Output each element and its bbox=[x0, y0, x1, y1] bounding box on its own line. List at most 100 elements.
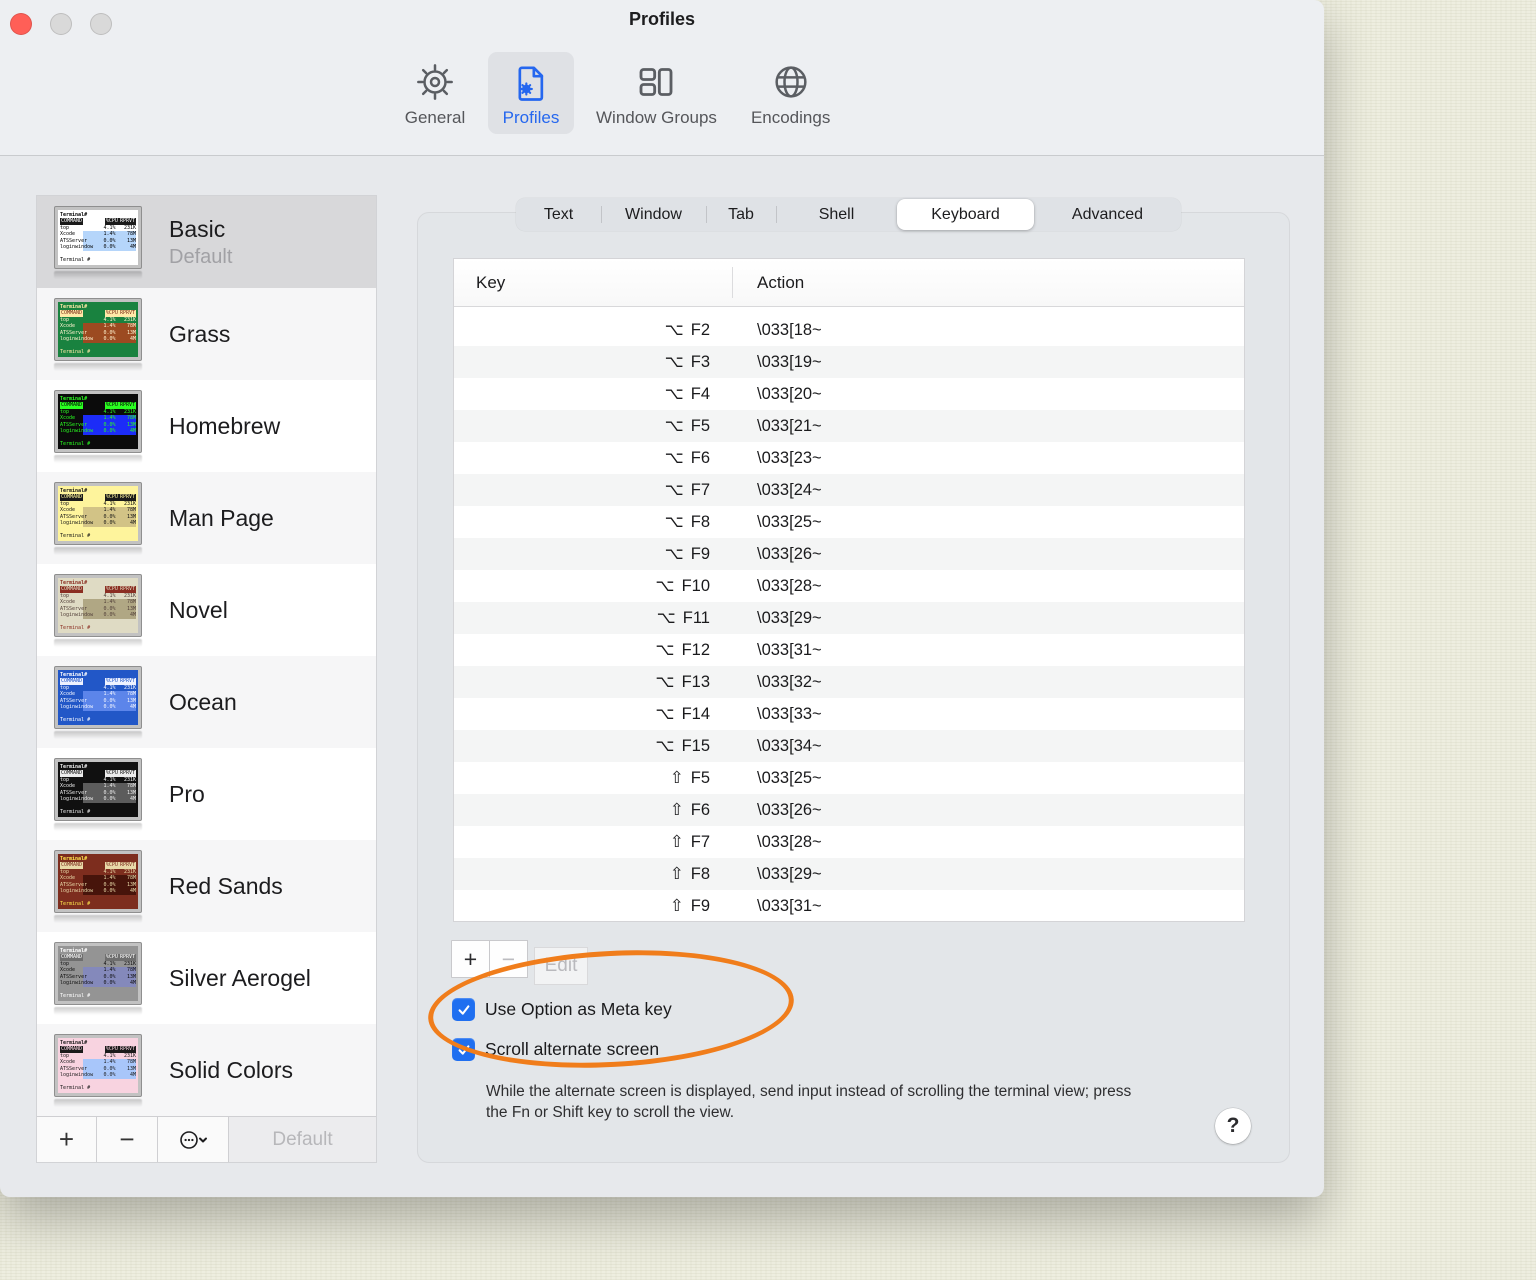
toolbar-item-profiles[interactable]: Profiles bbox=[488, 52, 574, 134]
column-header-key[interactable]: Key bbox=[454, 273, 732, 293]
profile-row-homebrew[interactable]: Terminal# COMMAND %CPU RPRVT top 4.1% 231K Xcod… bbox=[37, 380, 376, 472]
profile-row-solid-colors[interactable]: Terminal# COMMAND %CPU RPRVT top 4.1% 231K Xcod… bbox=[37, 1024, 376, 1116]
action-cell: \033[24~ bbox=[757, 480, 822, 499]
table-row[interactable]: ⌥ F15 \033[34~ bbox=[454, 730, 1244, 762]
table-row[interactable]: ⌥ F10 \033[28~ bbox=[454, 570, 1244, 602]
profile-thumbnail: Terminal# COMMAND %CPU RPRVT top 4.1% 231K Xcod… bbox=[54, 665, 142, 739]
profile-name-block: Grass bbox=[169, 321, 230, 348]
key-cell: ⌥ F8 bbox=[664, 513, 710, 531]
help-button[interactable]: ? bbox=[1215, 1108, 1251, 1144]
profile-row-grass[interactable]: Terminal# COMMAND %CPU RPRVT top 4.1% 231K Xcod… bbox=[37, 288, 376, 380]
profile-name-block: Ocean bbox=[169, 689, 237, 716]
key-cell: ⌥ F9 bbox=[664, 545, 710, 563]
profile-name-block: Man Page bbox=[169, 505, 274, 532]
key-cell: ⌥ F5 bbox=[664, 417, 710, 435]
key-cell: ⇧ F7 bbox=[669, 833, 710, 851]
action-cell: \033[18~ bbox=[757, 320, 822, 339]
profile-thumbnail: Terminal# COMMAND %CPU RPRVT top 4.1% 231K Xcod… bbox=[54, 1033, 142, 1107]
profile-name: Novel bbox=[169, 596, 228, 623]
tab-text[interactable]: Text bbox=[516, 198, 601, 231]
key-cell: ⌥ F6 bbox=[664, 449, 710, 467]
table-row[interactable]: ⌥ F7 \033[24~ bbox=[454, 474, 1244, 506]
action-cell: \033[28~ bbox=[757, 576, 822, 595]
key-cell: ⇧ F9 bbox=[669, 897, 710, 915]
table-row[interactable]: ⇧ F5 \033[25~ bbox=[454, 762, 1244, 794]
profile-name-block: Solid Colors bbox=[169, 1057, 293, 1084]
tab-window[interactable]: Window bbox=[601, 198, 706, 231]
profile-name: Grass bbox=[169, 320, 231, 347]
profile-thumbnail: Terminal# COMMAND %CPU RPRVT top 4.1% 231K Xcod… bbox=[54, 941, 142, 1015]
profile-name-block: Homebrew bbox=[169, 413, 280, 440]
table-row[interactable]: ⌥ F9 \033[26~ bbox=[454, 538, 1244, 570]
toolbar-item-general[interactable]: General bbox=[392, 52, 478, 134]
table-row[interactable]: ⌥ F13 \033[32~ bbox=[454, 666, 1244, 698]
table-row[interactable]: ⇧ F6 \033[26~ bbox=[454, 794, 1244, 826]
checkmark-icon bbox=[456, 1002, 472, 1018]
column-header-action[interactable]: Action bbox=[732, 273, 804, 293]
action-cell: \033[26~ bbox=[757, 544, 822, 563]
profile-row-man-page[interactable]: Terminal# COMMAND %CPU RPRVT top 4.1% 231K Xcod… bbox=[37, 472, 376, 564]
column-divider[interactable] bbox=[732, 267, 733, 298]
profile-name: Basic bbox=[169, 215, 226, 242]
remove-key-button[interactable]: − bbox=[489, 940, 528, 978]
table-row[interactable]: ⇧ F8 \033[29~ bbox=[454, 858, 1244, 890]
table-row[interactable]: ⌥ F2 \033[18~ bbox=[454, 314, 1244, 346]
profile-thumbnail: Terminal# COMMAND %CPU RPRVT top 4.1% 231K Xcod… bbox=[54, 849, 142, 923]
shift-key-icon: ⇧ bbox=[669, 833, 684, 851]
shift-key-icon: ⇧ bbox=[669, 769, 684, 787]
toolbar-item-window-groups[interactable]: Window Groups bbox=[584, 52, 729, 134]
option-key-icon: ⌥ bbox=[655, 641, 675, 659]
scroll-alternate-screen-row: Scroll alternate screen bbox=[452, 1038, 659, 1061]
option-key-icon: ⌥ bbox=[664, 385, 684, 403]
profile-row-ocean[interactable]: Terminal# COMMAND %CPU RPRVT top 4.1% 231K Xcod… bbox=[37, 656, 376, 748]
toolbar-item-encodings[interactable]: Encodings bbox=[739, 52, 842, 134]
gear-icon bbox=[415, 60, 455, 104]
table-row[interactable]: ⇧ F9 \033[31~ bbox=[454, 890, 1244, 921]
tab-shell[interactable]: Shell bbox=[776, 198, 897, 231]
key-cell: ⌥ F4 bbox=[664, 385, 710, 403]
table-row[interactable]: ⇧ F7 \033[28~ bbox=[454, 826, 1244, 858]
tab-keyboard[interactable]: Keyboard bbox=[897, 199, 1034, 230]
default-button[interactable]: Default bbox=[229, 1117, 376, 1162]
action-cell: \033[19~ bbox=[757, 352, 822, 371]
profile-document-icon bbox=[511, 60, 551, 104]
option-key-icon: ⌥ bbox=[664, 449, 684, 467]
remove-profile-button[interactable]: − bbox=[97, 1117, 158, 1162]
key-cell: ⌥ F11 bbox=[656, 609, 710, 627]
action-cell: \033[26~ bbox=[757, 800, 822, 819]
action-cell: \033[32~ bbox=[757, 672, 822, 691]
table-row[interactable]: ⌥ F11 \033[29~ bbox=[454, 602, 1244, 634]
table-row[interactable]: ⌥ F8 \033[25~ bbox=[454, 506, 1244, 538]
partial-row bbox=[454, 307, 1244, 314]
profile-row-silver-aerogel[interactable]: Terminal# COMMAND %CPU RPRVT top 4.1% 231K Xcod… bbox=[37, 932, 376, 1024]
profile-row-red-sands[interactable]: Terminal# COMMAND %CPU RPRVT top 4.1% 231K Xcod… bbox=[37, 840, 376, 932]
use-option-as-meta-checkbox[interactable] bbox=[452, 998, 475, 1021]
table-row[interactable]: ⌥ F3 \033[19~ bbox=[454, 346, 1244, 378]
table-row[interactable]: ⌥ F6 \033[23~ bbox=[454, 442, 1244, 474]
profile-name-block: Red Sands bbox=[169, 873, 283, 900]
key-cell: ⌥ F13 bbox=[655, 673, 710, 691]
window-groups-icon bbox=[636, 60, 676, 104]
table-row[interactable]: ⌥ F4 \033[20~ bbox=[454, 378, 1244, 410]
action-cell: \033[23~ bbox=[757, 448, 822, 467]
more-options-button[interactable] bbox=[158, 1117, 229, 1162]
profile-row-novel[interactable]: Terminal# COMMAND %CPU RPRVT top 4.1% 231K Xcod… bbox=[37, 564, 376, 656]
profile-name: Red Sands bbox=[169, 872, 283, 899]
action-cell: \033[31~ bbox=[757, 896, 822, 915]
action-cell: \033[20~ bbox=[757, 384, 822, 403]
tab-tab[interactable]: Tab bbox=[706, 198, 776, 231]
edit-key-button[interactable]: Edit bbox=[534, 947, 588, 985]
add-profile-button[interactable]: + bbox=[37, 1117, 97, 1162]
tab-advanced[interactable]: Advanced bbox=[1034, 198, 1181, 231]
profile-row-basic[interactable]: Terminal# COMMAND %CPU RPRVT top 4.1% 231K Xcod… bbox=[37, 196, 376, 288]
add-key-button[interactable]: + bbox=[451, 940, 490, 978]
table-row[interactable]: ⌥ F5 \033[21~ bbox=[454, 410, 1244, 442]
profile-row-pro[interactable]: Terminal# COMMAND %CPU RPRVT top 4.1% 231K Xcod… bbox=[37, 748, 376, 840]
toolbar-label: Window Groups bbox=[596, 108, 717, 127]
table-row[interactable]: ⌥ F12 \033[31~ bbox=[454, 634, 1244, 666]
profile-name: Homebrew bbox=[169, 412, 281, 439]
table-row[interactable]: ⌥ F14 \033[33~ bbox=[454, 698, 1244, 730]
option-key-icon: ⌥ bbox=[664, 545, 684, 563]
scroll-alternate-screen-checkbox[interactable] bbox=[452, 1038, 475, 1061]
key-cell: ⌥ F12 bbox=[655, 641, 710, 659]
